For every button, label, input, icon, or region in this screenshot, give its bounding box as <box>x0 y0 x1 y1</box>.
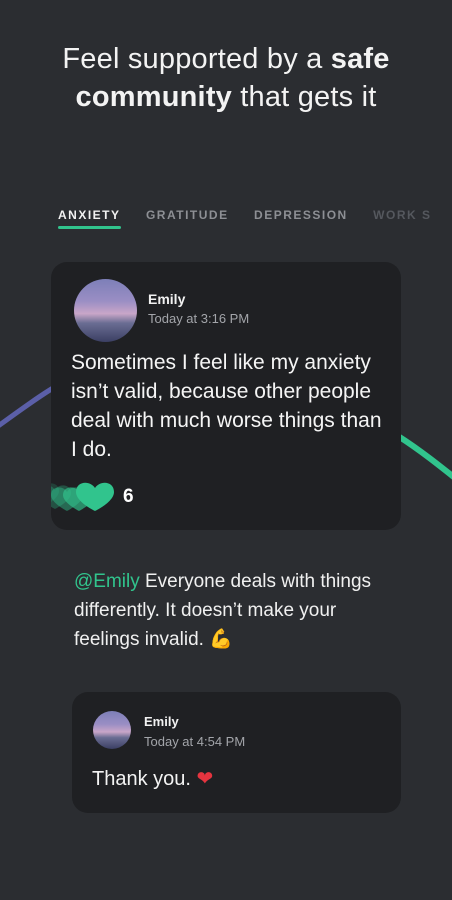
response-author[interactable]: Emily <box>144 714 179 729</box>
avatar[interactable] <box>93 711 131 749</box>
heart-icon[interactable] <box>51 474 251 514</box>
response-text-block: Thank you. ❤ <box>92 766 213 791</box>
response-timestamp: Today at 4:54 PM <box>144 734 246 749</box>
tab-anxiety[interactable]: ANXIETY <box>58 208 121 229</box>
tab-work[interactable]: WORK S <box>373 208 431 229</box>
headline-part2: that gets it <box>232 81 377 113</box>
post-author[interactable]: Emily <box>148 291 185 307</box>
headline-bold-community: community <box>75 81 233 113</box>
response-text: Thank you. <box>92 768 197 790</box>
reply-comment: @Emily Everyone deals with things differ… <box>74 567 394 654</box>
headline-bold-safe: safe <box>330 43 390 75</box>
response-card[interactable]: Emily Today at 4:54 PM Thank you. ❤ <box>72 692 401 813</box>
flexed-biceps-icon: 💪 <box>209 628 233 650</box>
tab-depression[interactable]: DEPRESSION <box>254 208 348 229</box>
red-heart-icon: ❤ <box>196 766 214 790</box>
post-timestamp: Today at 3:16 PM <box>148 311 250 326</box>
headline: Feel supported by a safe community that … <box>0 40 452 116</box>
post-text: Sometimes I feel like my anxiety isn’t v… <box>71 351 382 461</box>
tab-gratitude[interactable]: GRATITUDE <box>146 208 229 229</box>
headline-part1: Feel supported by a <box>62 43 331 75</box>
avatar[interactable] <box>74 279 137 342</box>
topic-tabs: ANXIETY GRATITUDE DEPRESSION WORK S <box>58 206 452 230</box>
mention-link[interactable]: @Emily <box>74 571 140 592</box>
like-count: 6 <box>123 486 134 507</box>
post-card[interactable]: Emily Today at 3:16 PM Sometimes I feel … <box>51 262 401 530</box>
